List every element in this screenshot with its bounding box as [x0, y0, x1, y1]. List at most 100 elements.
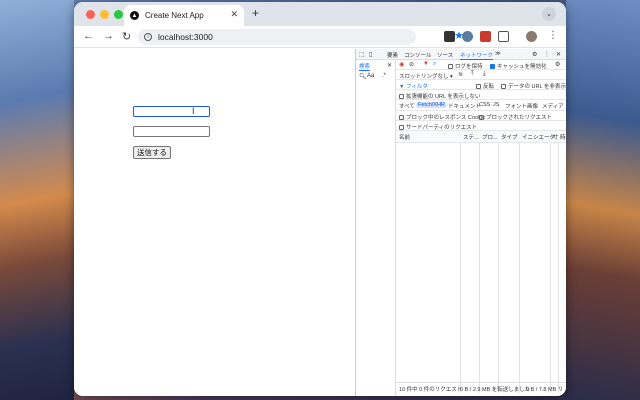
column-name[interactable]: 名前: [399, 133, 410, 141]
tab-sources[interactable]: ソース: [437, 51, 453, 59]
column-type[interactable]: タイプ: [501, 133, 518, 141]
tab-console[interactable]: コンソール: [404, 51, 432, 59]
site-info-icon[interactable]: i: [144, 33, 152, 41]
submit-button[interactable]: 送信する: [133, 146, 171, 159]
column-time[interactable]: 時: [560, 133, 566, 141]
filter-funnel-icon[interactable]: ▼: [423, 61, 429, 67]
filter-row: ▼ フィルタ 反転 データの URL を非表示: [396, 80, 566, 90]
blocked-row: ブロック中のレスポンス Cookie ブロックされたリクエスト: [396, 111, 566, 121]
tab-title: Create Next App: [145, 11, 204, 20]
request-count: 10 件中 0 件のリクエスト: [399, 387, 463, 393]
extensions-puzzle-icon[interactable]: [498, 31, 509, 42]
record-icon[interactable]: ◉: [399, 61, 404, 68]
desktop-wallpaper-left: [0, 0, 74, 400]
close-tab-icon[interactable]: ✕: [230, 9, 238, 20]
request-table-header: 名前 ステ... プロ... タイプ イニシエータ サ 時: [396, 131, 566, 143]
device-toolbar-icon[interactable]: ▯: [369, 51, 372, 58]
column-initiator[interactable]: イニシエータ: [522, 133, 555, 141]
preserve-log-checkbox[interactable]: ログを保持: [448, 62, 483, 70]
address-bar[interactable]: i localhost:3000 ★: [138, 29, 464, 45]
search-drawer: 検索 ✕ 🔍︎ Aa .*: [356, 60, 396, 396]
column-divider: [558, 143, 559, 393]
column-divider: [550, 143, 551, 393]
column-status[interactable]: ステ...: [463, 133, 479, 141]
settings-gear-icon[interactable]: ⚙: [532, 51, 537, 58]
search-icon[interactable]: 🔍︎: [359, 73, 367, 80]
invert-checkbox[interactable]: 反転: [476, 82, 494, 90]
third-party-checkbox[interactable]: サードパーティのリクエスト: [399, 123, 477, 131]
tab-search-chevron-icon[interactable]: ⌄: [542, 7, 556, 21]
new-tab-icon[interactable]: +: [252, 6, 259, 20]
tab-search[interactable]: 検索: [359, 62, 371, 71]
close-window-button[interactable]: [86, 10, 95, 19]
text-input-2[interactable]: [133, 126, 210, 137]
extension-urls-row: 拡張機能の URL を表示しない: [396, 90, 566, 100]
browser-menu-icon[interactable]: ⋮: [548, 30, 558, 41]
type-filter-row: すべて Fetch/XHR ドキュメント CSS JS フォント 画像 メディア: [396, 100, 566, 111]
close-search-icon[interactable]: ✕: [387, 62, 392, 69]
column-size[interactable]: サ: [553, 133, 559, 141]
maximize-window-button[interactable]: [114, 10, 123, 19]
inspect-element-icon[interactable]: ⬚: [359, 51, 365, 58]
filter-input[interactable]: ▼ フィルタ: [399, 82, 469, 90]
forward-arrow-icon[interactable]: →: [103, 30, 114, 42]
filter-js[interactable]: JS: [493, 102, 499, 108]
request-table-body: [396, 143, 566, 393]
blocked-requests-checkbox[interactable]: ブロックされたリクエスト: [479, 113, 552, 121]
browser-toolbar: ← → ↻ i localhost:3000 ★ ⋮: [74, 26, 566, 48]
filter-css[interactable]: CSS: [479, 102, 490, 108]
back-arrow-icon[interactable]: ←: [83, 30, 94, 42]
export-har-icon[interactable]: ⤓: [483, 71, 486, 78]
network-conditions-icon[interactable]: ≋: [458, 71, 463, 78]
minimize-window-button[interactable]: [100, 10, 109, 19]
tab-strip: ▲ Create Next App ✕ + ⌄: [74, 2, 566, 26]
profile-avatar[interactable]: [526, 31, 537, 42]
transferred-size: 0 B / 2.9 MB を転送しました: [460, 387, 531, 393]
devtools-tab-bar: ⬚ ▯ 要素 コンソール ソース ネットワーク ≫ ⚙ ⋮ ✕: [356, 49, 566, 60]
resources-size: 0 B / 7.8 MB リ: [526, 387, 564, 393]
column-protocol[interactable]: プロ...: [482, 133, 498, 141]
blocked-cookies-checkbox[interactable]: ブロック中のレスポンス Cookie: [399, 113, 485, 121]
extension-qr-icon[interactable]: [444, 31, 455, 42]
filter-font[interactable]: フォント: [505, 102, 527, 110]
web-page: I 送信する: [74, 49, 355, 396]
search-network-icon[interactable]: ⌕: [433, 61, 436, 68]
filter-fetch-xhr[interactable]: Fetch/XHR: [416, 102, 447, 108]
more-tabs-icon[interactable]: ≫: [495, 51, 501, 57]
text-cursor-icon: I: [192, 106, 195, 116]
reload-icon[interactable]: ↻: [122, 30, 131, 43]
throttling-row: スロットリングなし ▾ ≋ ⤒ ⤓: [396, 70, 566, 80]
tab-network[interactable]: ネットワーク: [460, 51, 494, 60]
extension-globe-icon[interactable]: [462, 31, 473, 42]
tab-elements[interactable]: 要素: [387, 51, 398, 59]
column-divider: [498, 143, 499, 393]
devtools-menu-icon[interactable]: ⋮: [544, 51, 550, 58]
text-input-1[interactable]: [133, 106, 210, 117]
filter-media[interactable]: メディア: [542, 102, 564, 110]
match-case-icon[interactable]: Aa: [367, 73, 374, 79]
browser-window: ▲ Create Next App ✕ + ⌄ ← → ↻ i localhos…: [74, 2, 566, 396]
import-har-icon[interactable]: ⤒: [471, 71, 474, 78]
filter-all[interactable]: すべて: [399, 102, 415, 110]
network-status-bar: 10 件中 0 件のリクエスト 0 B / 2.9 MB を転送しました 0 B…: [396, 382, 566, 393]
desktop-wallpaper-right: [566, 0, 640, 400]
devtools-panel: ⬚ ▯ 要素 コンソール ソース ネットワーク ≫ ⚙ ⋮ ✕ 検索 ✕ 🔍︎ …: [355, 49, 566, 396]
clear-icon[interactable]: ⊘: [409, 61, 414, 68]
hide-data-urls-checkbox[interactable]: データの URL を非表示: [501, 82, 566, 90]
close-devtools-icon[interactable]: ✕: [556, 51, 561, 58]
column-divider: [519, 143, 520, 393]
network-settings-icon[interactable]: ⚙: [555, 61, 560, 68]
hide-extension-urls-checkbox[interactable]: 拡張機能の URL を表示しない: [399, 92, 480, 100]
filter-document[interactable]: ドキュメント: [448, 102, 481, 110]
column-divider: [460, 143, 461, 393]
third-party-row: サードパーティのリクエスト: [396, 121, 566, 131]
filter-image[interactable]: 画像: [527, 102, 538, 110]
disable-cache-checkbox[interactable]: キャッシュを無効化: [490, 62, 547, 70]
nextjs-favicon-icon: ▲: [130, 11, 139, 20]
regex-icon[interactable]: .*: [382, 73, 386, 79]
tab-create-next-app[interactable]: ▲ Create Next App ✕: [124, 5, 244, 26]
network-record-row: ◉ ⊘ ▼ ⌕ ログを保持 キャッシュを無効化 ⚙: [396, 60, 566, 70]
throttling-select[interactable]: スロットリングなし ▾: [399, 72, 453, 80]
column-divider: [479, 143, 480, 393]
extension-red-icon[interactable]: [480, 31, 491, 42]
